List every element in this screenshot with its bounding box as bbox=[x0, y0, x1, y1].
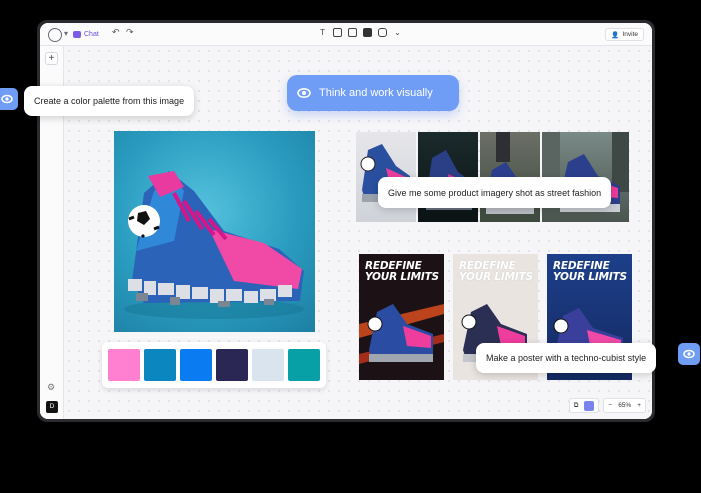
prompt-text: Make a poster with a techno-cubist style bbox=[486, 353, 647, 363]
invite-button[interactable]: 👤 Invite bbox=[605, 28, 644, 41]
tool-group: T ⌄ bbox=[318, 28, 402, 37]
add-button[interactable]: + bbox=[45, 52, 58, 65]
invite-label: Invite bbox=[622, 31, 638, 38]
prompt-bubble-poster[interactable]: Make a poster with a techno-cubist style bbox=[476, 343, 657, 373]
zoom-out-button[interactable]: − bbox=[608, 402, 612, 409]
stage: ▾ Chat ↶ ↷ T ⌄ 👤 Invite + ⚙ D Think and … bbox=[0, 0, 701, 493]
avatar[interactable]: D bbox=[46, 401, 58, 413]
chat-button[interactable]: Chat bbox=[73, 28, 99, 41]
palette-swatch[interactable] bbox=[288, 349, 320, 381]
top-toolbar: ▾ Chat ↶ ↷ T ⌄ 👤 Invite bbox=[40, 23, 652, 46]
redo-icon[interactable]: ↷ bbox=[126, 27, 134, 38]
hero-pill: Think and work visually bbox=[287, 75, 459, 111]
chevron-down-icon[interactable]: ⌄ bbox=[393, 28, 402, 37]
frame-icon[interactable] bbox=[348, 28, 357, 37]
undo-icon[interactable]: ↶ bbox=[112, 27, 120, 38]
copy-icon[interactable] bbox=[333, 28, 342, 37]
palette-swatch[interactable] bbox=[252, 349, 284, 381]
palette-swatch[interactable] bbox=[180, 349, 212, 381]
image-icon[interactable] bbox=[363, 28, 372, 37]
prompt-bubble-street[interactable]: Give me some product imagery shot as str… bbox=[378, 177, 612, 208]
palette-swatch[interactable] bbox=[144, 349, 176, 381]
eye-icon bbox=[683, 349, 695, 359]
chat-label: Chat bbox=[84, 31, 99, 38]
zoom-group: − 65% + bbox=[603, 398, 646, 413]
poster[interactable]: REDEFINE YOUR LIMITS bbox=[359, 254, 444, 380]
hand-icon[interactable] bbox=[584, 400, 595, 411]
sneaker-illustration bbox=[124, 171, 304, 319]
prompt-text: Create a color palette from this image bbox=[34, 96, 185, 106]
sneaker-image[interactable] bbox=[114, 131, 315, 332]
shape-icon[interactable] bbox=[378, 28, 387, 37]
chat-icon bbox=[73, 31, 81, 38]
zoom-controls: ⧉ − 65% + bbox=[568, 398, 646, 413]
chevron-down-icon[interactable]: ▾ bbox=[64, 29, 68, 38]
prompt-bubble-palette[interactable]: Create a color palette from this image bbox=[24, 86, 195, 116]
palette-swatch[interactable] bbox=[108, 349, 140, 381]
eye-icon bbox=[1, 94, 13, 104]
prompt-text: Give me some product imagery shot as str… bbox=[388, 187, 602, 198]
prompt-eye-badge-left[interactable] bbox=[0, 88, 18, 110]
gear-icon[interactable]: ⚙ bbox=[47, 382, 55, 393]
prompt-eye-badge-right[interactable] bbox=[678, 343, 700, 365]
palette-swatch[interactable] bbox=[216, 349, 248, 381]
zoom-in-button[interactable]: + bbox=[637, 402, 641, 409]
color-palette bbox=[102, 342, 326, 388]
select-icon[interactable]: ⧉ bbox=[574, 402, 579, 410]
text-icon[interactable]: T bbox=[318, 28, 327, 37]
add-user-icon: 👤 bbox=[611, 31, 620, 39]
zoom-level[interactable]: 65% bbox=[618, 402, 631, 409]
eye-icon bbox=[297, 88, 311, 98]
hero-label: Think and work visually bbox=[319, 87, 433, 99]
view-tools: ⧉ bbox=[568, 398, 600, 413]
poster-artwork bbox=[359, 304, 444, 364]
app-logo-icon[interactable] bbox=[48, 28, 62, 42]
